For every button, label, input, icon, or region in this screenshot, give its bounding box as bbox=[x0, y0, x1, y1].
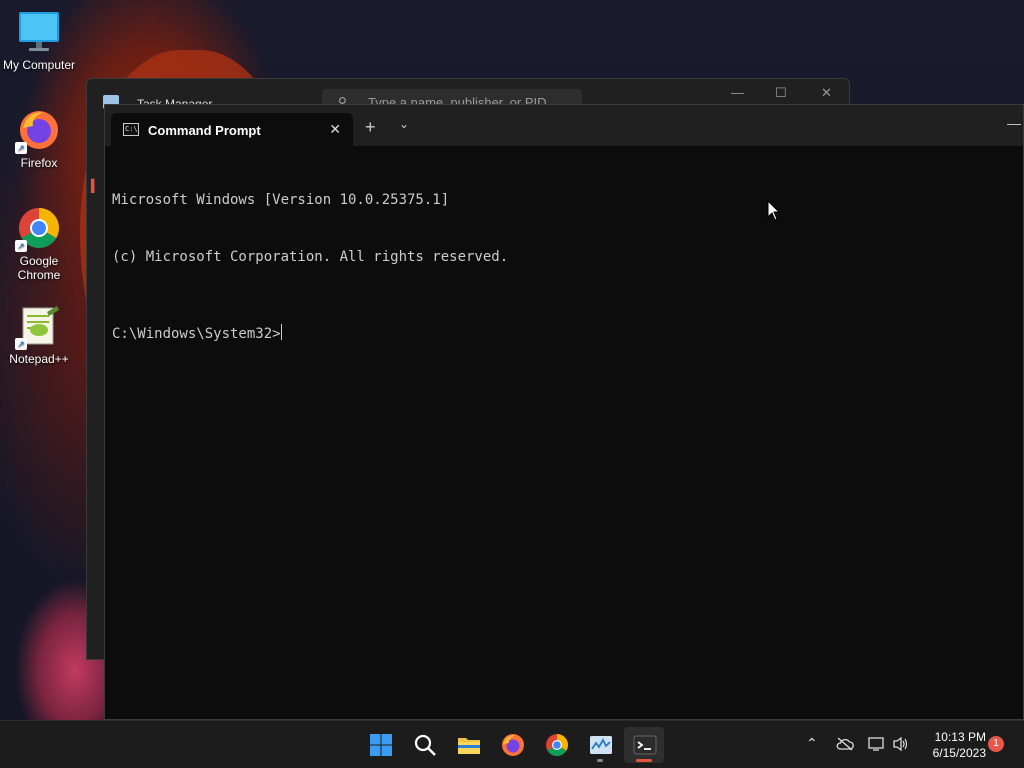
taskbar-chrome-button[interactable] bbox=[536, 727, 576, 763]
text-caret bbox=[280, 324, 282, 340]
shortcut-arrow-icon: ↗ bbox=[15, 142, 27, 154]
monitor-icon bbox=[17, 10, 61, 54]
notepadpp-icon: ↗ bbox=[15, 304, 61, 350]
windows-start-icon bbox=[370, 734, 392, 756]
chrome-icon bbox=[546, 734, 568, 756]
console-output[interactable]: Microsoft Windows [Version 10.0.25375.1]… bbox=[112, 153, 1023, 719]
shortcut-arrow-icon: ↗ bbox=[15, 338, 27, 350]
file-explorer-button[interactable] bbox=[448, 727, 488, 763]
onedrive-offline-icon[interactable] bbox=[836, 737, 854, 751]
nav-selected-indicator: ▍ bbox=[91, 179, 101, 193]
active-indicator bbox=[636, 759, 652, 762]
clock-time: 10:13 PM bbox=[934, 730, 986, 744]
terminal-icon bbox=[633, 735, 657, 755]
tab-title: Command Prompt bbox=[148, 123, 261, 138]
notification-badge[interactable]: 1 bbox=[988, 736, 1004, 752]
desktop-icon-notepadpp[interactable]: ↗ Notepad++ bbox=[1, 304, 77, 366]
terminal-window[interactable]: C:\ Command Prompt ✕ + ⌄ — Microsoft Win… bbox=[104, 104, 1024, 720]
firefox-icon bbox=[502, 734, 524, 756]
desktop-icon-label: My Computer bbox=[2, 58, 76, 72]
chevron-down-icon[interactable]: ⌄ bbox=[399, 117, 409, 131]
minimize-button[interactable]: — bbox=[731, 85, 744, 100]
desktop-icon-label: Google Chrome bbox=[17, 254, 61, 282]
taskbar-firefox-button[interactable] bbox=[492, 727, 532, 763]
chrome-icon: ↗ bbox=[15, 206, 61, 252]
taskbar-terminal-button[interactable] bbox=[624, 727, 664, 763]
mouse-cursor-icon bbox=[767, 200, 781, 221]
chevron-up-icon[interactable]: ⌃ bbox=[806, 735, 818, 752]
close-tab-button[interactable]: ✕ bbox=[329, 121, 341, 138]
desktop-icon-label: Firefox bbox=[20, 156, 58, 170]
clock-date: 6/15/2023 bbox=[932, 746, 986, 760]
cmd-icon: C:\ bbox=[123, 123, 139, 136]
close-button[interactable]: ✕ bbox=[821, 85, 832, 101]
desktop-icon-firefox[interactable]: ↗ Firefox bbox=[1, 108, 77, 170]
console-line: Microsoft Windows [Version 10.0.25375.1] bbox=[112, 192, 450, 208]
task-manager-icon bbox=[590, 736, 612, 754]
shortcut-arrow-icon: ↗ bbox=[15, 240, 27, 252]
minimize-button[interactable]: — bbox=[1007, 115, 1021, 131]
taskbar: ⌃ 10:13 PM 6/15/2023 bbox=[0, 720, 1024, 768]
start-button[interactable] bbox=[360, 727, 400, 763]
tab-bar: C:\ Command Prompt ✕ + ⌄ — bbox=[105, 105, 1023, 146]
prompt-text: C:\Windows\System32> bbox=[112, 326, 281, 342]
network-icon[interactable] bbox=[868, 736, 886, 752]
tab-command-prompt[interactable]: C:\ Command Prompt ✕ bbox=[111, 113, 353, 146]
volume-icon[interactable] bbox=[892, 736, 910, 752]
clock[interactable]: 10:13 PM 6/15/2023 bbox=[920, 729, 986, 761]
desktop-icon-label: Notepad++ bbox=[9, 352, 69, 366]
desktop-icon-chrome[interactable]: ↗ Google Chrome bbox=[1, 206, 77, 282]
console-line: (c) Microsoft Corporation. All rights re… bbox=[112, 249, 509, 265]
search-icon bbox=[414, 734, 436, 756]
firefox-icon: ↗ bbox=[15, 108, 61, 154]
taskbar-search-button[interactable] bbox=[404, 727, 444, 763]
running-indicator bbox=[597, 759, 603, 762]
new-tab-button[interactable]: + bbox=[365, 117, 376, 138]
desktop-icon-my-computer[interactable]: My Computer bbox=[1, 10, 77, 72]
taskbar-task-manager-button[interactable] bbox=[580, 727, 620, 763]
maximize-button[interactable]: ☐ bbox=[775, 85, 787, 101]
folder-icon bbox=[458, 738, 480, 754]
command-prompt-line[interactable]: C:\Windows\System32> bbox=[112, 324, 1023, 344]
